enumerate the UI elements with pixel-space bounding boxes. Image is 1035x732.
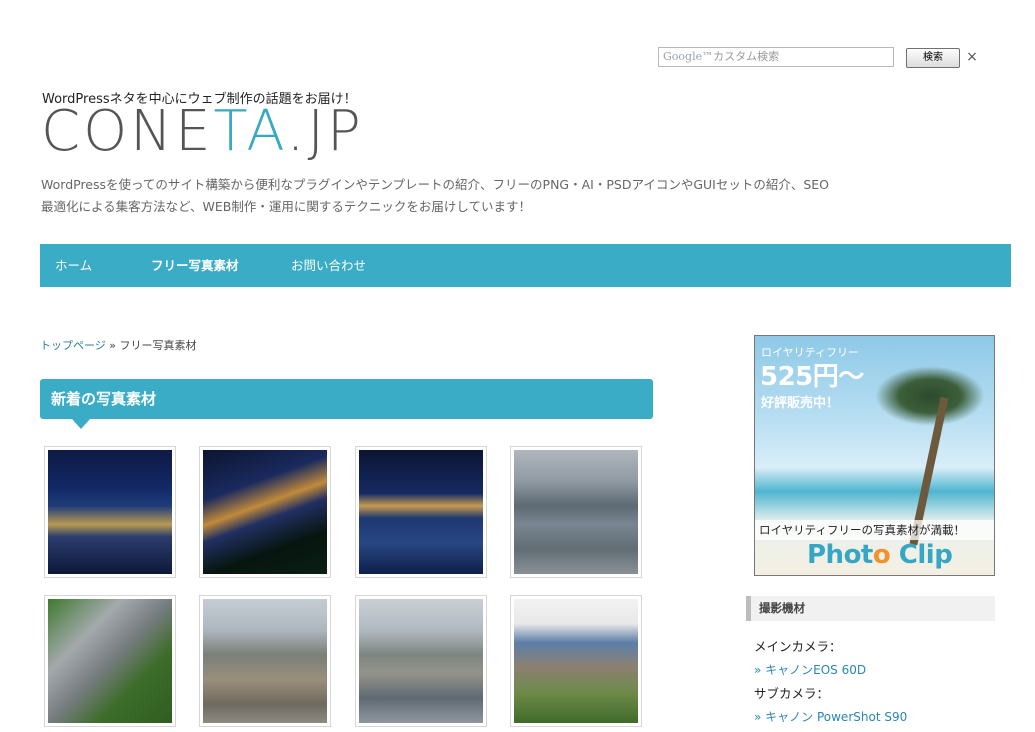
search-input[interactable]: Google™カスタム検索	[658, 47, 894, 67]
photo-thumb-3[interactable]	[355, 446, 487, 578]
site-logo[interactable]: CONETA.JP	[41, 101, 364, 163]
search-button[interactable]: 検索	[906, 48, 960, 68]
photoclip-logo: Photo Clip	[807, 540, 953, 570]
sub-camera-link[interactable]: » キャノン PowerShot S90	[754, 708, 907, 725]
photo-thumb-4[interactable]	[510, 446, 642, 578]
breadcrumb-current: フリー写真素材	[119, 339, 197, 352]
photo-thumb-8[interactable]	[510, 595, 642, 727]
description-line-1: WordPressを使ってのサイト構築から便利なプラグインやテンプレートの紹介、…	[41, 177, 830, 192]
description-line-2: 最適化による集客方法など、WEB制作・運用に関するテクニックをお届けしています！	[41, 199, 531, 214]
photo-thumb-5[interactable]	[44, 595, 176, 727]
section-arrow	[72, 419, 90, 429]
photoclip-banner[interactable]: ロイヤリティフリー 525円～ 好評販売中！ ロイヤリティフリーの写真素材が満載…	[754, 335, 995, 576]
breadcrumb: トップページ » フリー写真素材	[40, 337, 197, 353]
night-harbor-photo	[203, 450, 327, 574]
cliff-building-photo	[514, 599, 638, 723]
breadcrumb-home-link[interactable]: トップページ	[40, 339, 106, 352]
section-title: 新着の写真素材	[40, 379, 653, 419]
photo-thumb-6[interactable]	[199, 595, 331, 727]
night-port-photo	[359, 450, 483, 574]
banner-line-3: 好評販売中！	[761, 396, 840, 411]
widget-title: 撮影機材	[746, 596, 995, 621]
marina-photo	[514, 450, 638, 574]
photoclip-logo-a: Phot	[807, 540, 873, 570]
close-icon[interactable]: ×	[965, 48, 979, 66]
main-nav: ホーム フリー写真素材 お問い合わせ	[40, 244, 1011, 287]
night-city-photo	[48, 450, 172, 574]
search-placeholder-text: カスタム検索	[713, 50, 780, 63]
palm-tree-icon	[875, 366, 985, 426]
site-description: WordPressを使ってのサイト構築から便利なプラグインやテンプレートの紹介、…	[41, 174, 871, 218]
logo-part-ta: TA	[213, 99, 287, 164]
nav-item-free-photos[interactable]: フリー写真素材	[151, 244, 239, 287]
photoclip-logo-o: o	[872, 540, 891, 570]
photo-thumb-1[interactable]	[44, 446, 176, 578]
photo-thumb-7[interactable]	[355, 595, 487, 727]
nav-item-home[interactable]: ホーム	[55, 244, 92, 287]
search-placeholder-brand: Google™	[663, 50, 714, 63]
main-camera-link[interactable]: » キャノンEOS 60D	[754, 661, 866, 678]
main-camera-label: メインカメラ：	[754, 639, 842, 654]
river-town-photo	[359, 599, 483, 723]
banner-price: 525円～	[760, 362, 864, 392]
logo-part-jp: .JP	[286, 99, 364, 164]
banner-strip-text: ロイヤリティフリーの写真素材が満載！	[755, 520, 994, 540]
logo-part-cone: CONE	[41, 99, 214, 164]
city-skyline-photo	[203, 599, 327, 723]
hillside-houses-photo	[48, 599, 172, 723]
breadcrumb-separator: »	[105, 339, 120, 352]
nav-item-contact[interactable]: お問い合わせ	[291, 244, 366, 287]
sub-camera-label: サブカメラ：	[754, 686, 830, 701]
photoclip-logo-c: Clip	[890, 540, 953, 570]
photo-thumb-2[interactable]	[199, 446, 331, 578]
site-search: Google™カスタム検索 検索 ×	[658, 47, 988, 69]
